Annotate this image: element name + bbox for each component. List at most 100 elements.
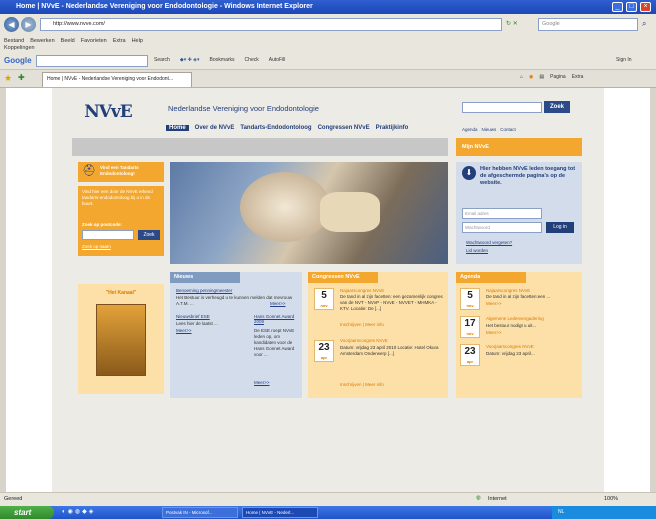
tab-home-nvve[interactable]: Home | NVvE - Nederlandse Vereniging voo… [42, 72, 192, 87]
zoek-op-naam-link[interactable]: Zoek op naam [82, 244, 111, 249]
site-search-input[interactable] [462, 102, 542, 113]
nieuws-panel: Nieuws Benoeming penningmeester Het Best… [170, 272, 302, 398]
congress-1-links[interactable]: Inschrijven | Meer info [340, 322, 384, 327]
congressen-panel: Congressen NVvE 5 nov Najaarscongres NVv… [308, 272, 448, 398]
nav-home[interactable]: Home [166, 125, 189, 131]
find-tandarts-title: Vind een Tandarts Endodontoloog! [100, 165, 139, 176]
signin-link[interactable]: Sign In [616, 57, 632, 63]
taskbar-item-ie[interactable]: Home | NVvE - Nederl... [242, 507, 318, 518]
refresh-icon[interactable]: ↻ ✕ [506, 18, 536, 31]
news-item-3-text: De ESE roept NVvE leden op, om kandidate… [254, 328, 295, 357]
toplink-nieuws[interactable]: Nieuws [482, 127, 497, 132]
add-favorite-icon[interactable]: ✚ [18, 73, 25, 82]
check-button[interactable]: Check [245, 57, 259, 63]
minimize-icon[interactable]: _ [612, 2, 623, 12]
zoom-level[interactable]: 100% [604, 496, 618, 502]
google-search-input[interactable] [36, 55, 148, 67]
home-icon[interactable]: ⌂ [520, 74, 523, 80]
menu-bestand[interactable]: Bestand [4, 38, 24, 44]
login-button[interactable]: Log in [546, 222, 574, 233]
taskbar-item-outlook[interactable]: Postvak IN - Microsof... [162, 507, 238, 518]
tab-bar: ★ ✚ Home | NVvE - Nederlandse Vereniging… [0, 70, 656, 88]
agenda-2-title[interactable]: Algemene Ledenvergadering [486, 316, 544, 321]
menu-bar: Bestand Bewerken Beeld Favorieten Extra … [0, 36, 656, 52]
hero-dental-image [170, 162, 448, 264]
news-item-2-title[interactable]: Nieuwsbrief ESE [176, 314, 210, 319]
email-input[interactable]: Email adres [462, 208, 542, 219]
nav-tandarts[interactable]: Tandarts-Endodontoloog [240, 125, 311, 131]
forward-button[interactable]: ▶ [21, 17, 36, 32]
google-search-button[interactable]: Search [154, 57, 170, 63]
menu-beeld[interactable]: Beeld [61, 38, 75, 44]
toplink-contact[interactable]: Contact [500, 127, 516, 132]
window-titlebar: Home | NVvE - Nederlandse Vereniging voo… [0, 0, 656, 14]
menu-help[interactable]: Help [132, 38, 143, 44]
het-kanaal-panel[interactable]: "Het Kanaal" [78, 284, 164, 394]
mijn-nvve-header: Mijn NVvE [456, 138, 582, 156]
language-indicator[interactable]: NL [558, 509, 564, 515]
congress-2-title[interactable]: Voorjaarscongres NVvE [340, 338, 388, 343]
back-button[interactable]: ◀ [4, 17, 19, 32]
agenda-3-title[interactable]: Voorjaarscongres NVvE [486, 344, 534, 349]
congress-2-links[interactable]: Inschrijven | Meer info [340, 382, 384, 387]
hero-gloves-shape [320, 192, 380, 232]
magazine-cover-image [96, 304, 146, 376]
agenda-header: Agenda [456, 272, 526, 283]
find-tandarts-panel: Vind hier een door de NVvE erkend tandar… [78, 186, 164, 256]
browser-search-input[interactable]: Google [538, 18, 638, 31]
window-title: Home | NVvE - Nederlandse Vereniging voo… [16, 3, 313, 10]
password-input[interactable]: Wachtwoord [462, 222, 542, 233]
maximize-icon[interactable]: □ [626, 2, 637, 12]
postcode-search-button[interactable]: Zoek [138, 230, 160, 240]
congress-2-month: apr [320, 355, 328, 360]
links-label[interactable]: Koppelingen [4, 45, 35, 51]
search-icon[interactable]: ⌕ [642, 19, 646, 29]
agenda-2-day: 17 [464, 318, 476, 329]
menu-bewerken[interactable]: Bewerken [30, 38, 54, 44]
close-icon[interactable]: × [640, 2, 651, 12]
bookmarks-button[interactable]: Bookmarks [210, 57, 235, 63]
news-item-3-title[interactable]: Hans Gonnet Award 2009 [254, 314, 298, 324]
menu-favorieten[interactable]: Favorieten [81, 38, 107, 44]
print-icon[interactable]: ▤ [539, 74, 544, 80]
address-url: http://www.nvve.com/ [53, 21, 105, 27]
hero-face-shape [240, 172, 330, 242]
agenda-2-more[interactable]: Meer>> [486, 330, 502, 335]
agenda-2-text: Het bestuur nodigt u uit... [486, 323, 537, 328]
tab-title: Home | NVvE - Nederlandse Vereniging voo… [47, 76, 174, 82]
forgot-password-link[interactable]: Wachtwoord vergeten? [466, 240, 512, 245]
news-item-2-more[interactable]: Meer>> [176, 328, 192, 333]
logo-text: NVvE [84, 102, 133, 122]
agenda-3-month: apr [466, 359, 474, 364]
quicklaunch-icons[interactable]: ◐◉◍◆◈ [62, 508, 95, 515]
postcode-input[interactable] [82, 230, 134, 240]
menu-extra[interactable]: Extra [113, 38, 126, 44]
pagina-menu[interactable]: Pagina [550, 74, 566, 80]
agenda-1-title[interactable]: Najaarscongres NVvE [486, 288, 530, 293]
toolbar-icons[interactable]: ◆▾ ✚ ◈▾ [180, 57, 200, 63]
address-input[interactable]: http://www.nvve.com/ [40, 18, 502, 31]
start-button[interactable]: start [0, 506, 54, 519]
news-item-1-more[interactable]: Meer>> [270, 301, 286, 306]
congress-1-title[interactable]: Najaarscongres NVvE [340, 288, 384, 293]
find-tandarts-text: Vind hier een door de NVvE erkend tandar… [82, 189, 153, 206]
site-search-button[interactable]: Zoek [544, 101, 570, 113]
join-link[interactable]: Lid worden [466, 248, 488, 253]
autofill-button[interactable]: AutoFill [269, 57, 286, 63]
breadcrumb-bar [72, 138, 448, 156]
nav-praktijkinfo[interactable]: Praktijkinfo [376, 125, 409, 131]
favorites-star-icon[interactable]: ★ [4, 73, 12, 84]
nvve-logo[interactable]: NVvE [76, 102, 140, 130]
extra-menu[interactable]: Extra [572, 74, 584, 80]
nav-over-nvve[interactable]: Over de NVvE [195, 125, 235, 131]
news-item-3-more[interactable]: Meer>> [254, 380, 270, 385]
nav-congressen[interactable]: Congressen NVvE [318, 125, 370, 131]
site-title: Nederlandse Vereniging voor Endodontolog… [168, 104, 319, 113]
feeds-icon[interactable]: ◉ [529, 74, 533, 80]
agenda-1-more[interactable]: Meer>> [486, 301, 502, 306]
page-viewport: NVvE Nederlandse Vereniging voor Endodon… [6, 88, 650, 492]
news-item-1-title[interactable]: Benoeming penningmeester [176, 288, 232, 293]
nvve-site: NVvE Nederlandse Vereniging voor Endodon… [52, 88, 604, 492]
find-tandarts-header[interactable]: ⛑ Vind een Tandarts Endodontoloog! [78, 162, 164, 182]
toplink-agenda[interactable]: Agenda [462, 127, 478, 132]
